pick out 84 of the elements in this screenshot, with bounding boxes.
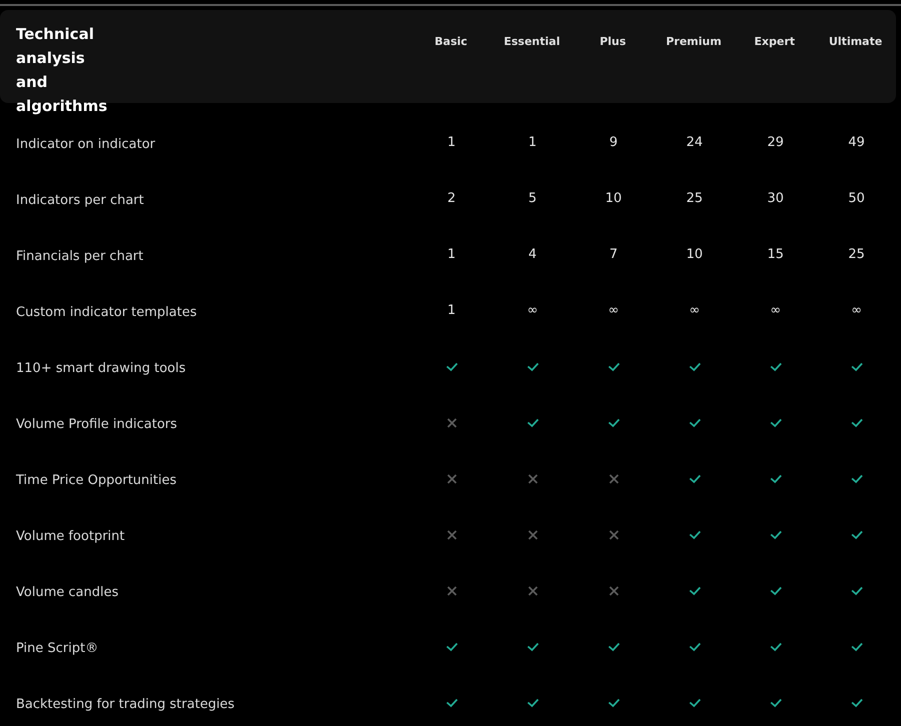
table-cell-text: ∞	[770, 302, 781, 320]
table-cell-text: 7	[609, 246, 618, 264]
feature-label: Time Price Opportunities	[16, 473, 176, 488]
feature-label: Volume footprint	[16, 529, 125, 544]
feature-label: Custom indicator templates	[16, 305, 197, 320]
check-icon	[770, 474, 782, 484]
cross-icon	[608, 586, 618, 596]
section-title: Technical analysis and algorithms	[16, 24, 108, 117]
check-icon	[526, 418, 538, 428]
table-cell-text: 4	[528, 246, 537, 264]
table-cell-text: 2	[447, 190, 456, 208]
check-icon	[608, 642, 620, 652]
check-icon	[688, 362, 700, 372]
check-icon	[770, 642, 782, 652]
check-icon	[850, 642, 862, 652]
feature-label: Financials per chart	[16, 249, 144, 264]
table-cell-text: ∞	[608, 302, 619, 320]
check-icon	[770, 362, 782, 372]
table-cell-text: 5	[528, 190, 537, 208]
feature-label: 110+ smart drawing tools	[16, 361, 186, 376]
check-icon	[446, 362, 458, 372]
table-cell-text: 24	[686, 134, 703, 152]
cross-icon	[528, 530, 538, 540]
cross-icon	[528, 474, 538, 484]
feature-label: Backtesting for trading strategies	[16, 697, 235, 712]
table-cell-text: 29	[767, 134, 784, 152]
check-icon	[850, 586, 862, 596]
table-cell-text: ∞	[689, 302, 700, 320]
table-cell-text: 1	[528, 134, 537, 152]
table-cell-text: 30	[767, 190, 784, 208]
check-icon	[688, 418, 700, 428]
check-icon	[770, 530, 782, 540]
cross-icon	[608, 530, 618, 540]
plan-header: Plus	[600, 34, 626, 50]
table-cell-text: 1	[447, 246, 456, 264]
plan-header: Ultimate	[828, 34, 882, 50]
cross-icon	[446, 530, 456, 540]
check-icon	[850, 474, 862, 484]
table-cell-text: 25	[848, 246, 865, 264]
check-icon	[608, 418, 620, 428]
check-icon	[770, 698, 782, 708]
check-icon	[850, 418, 862, 428]
check-icon	[688, 530, 700, 540]
cross-icon	[528, 586, 538, 596]
cross-icon	[446, 418, 456, 428]
feature-label: Indicator on indicator	[16, 137, 156, 152]
check-icon	[850, 362, 862, 372]
plan-header: Essential	[504, 34, 560, 50]
check-icon	[850, 698, 862, 708]
cross-icon	[608, 474, 618, 484]
check-icon	[608, 698, 620, 708]
feature-label: Volume Profile indicators	[16, 417, 178, 432]
cross-icon	[446, 586, 456, 596]
table-cell-text: ∞	[527, 302, 538, 320]
table-cell-text: ∞	[851, 302, 862, 320]
check-icon	[850, 530, 862, 540]
check-icon	[770, 418, 782, 428]
feature-label: Pine Script®	[16, 641, 98, 656]
plan-header: Premium	[666, 34, 722, 50]
check-icon	[446, 698, 458, 708]
table-cell-text: 10	[605, 190, 622, 208]
table-cell-text: 1	[447, 302, 456, 320]
plan-header: Expert	[754, 34, 795, 50]
check-icon	[608, 362, 620, 372]
table-cell-text: 15	[767, 246, 784, 264]
check-icon	[770, 586, 782, 596]
table-cell-text: 25	[686, 190, 703, 208]
table-cell-text: 10	[686, 246, 703, 264]
table-cell-text: 9	[609, 134, 618, 152]
plan-header: Basic	[434, 34, 468, 50]
table-cell-text: 50	[848, 190, 865, 208]
check-icon	[526, 642, 538, 652]
check-icon	[446, 642, 458, 652]
feature-label: Volume candles	[16, 585, 118, 600]
table-cell-text: 49	[848, 134, 865, 152]
check-icon	[526, 698, 538, 708]
check-icon	[688, 586, 700, 596]
check-icon	[526, 362, 538, 372]
check-icon	[688, 698, 700, 708]
feature-label: Indicators per chart	[16, 193, 144, 208]
cross-icon	[446, 474, 456, 484]
table-cell-text: 1	[447, 134, 456, 152]
check-icon	[688, 474, 700, 484]
check-icon	[688, 642, 700, 652]
